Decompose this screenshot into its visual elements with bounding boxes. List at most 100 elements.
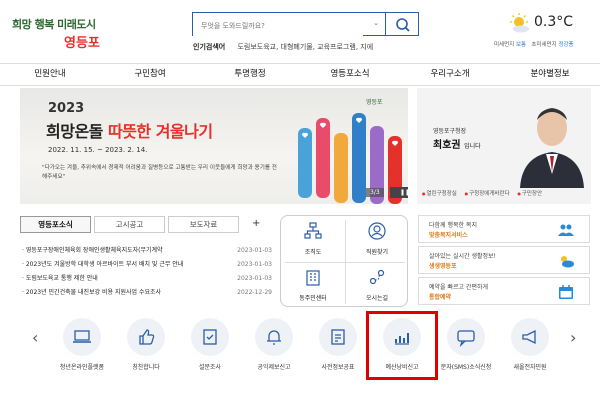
list-item[interactable]: 영등포구장애인체육회 장애인생활체육지도자(무기계약 2023-01-03	[22, 244, 272, 258]
quick-label: 직원찾기	[365, 249, 389, 256]
mayor-card[interactable]: 영등포구청장 최호권 입니다 열린구청장실 구청장에게바란다 구민장안	[417, 88, 591, 204]
tab-press[interactable]: 보도자료	[168, 216, 239, 233]
laptop-icon	[73, 330, 91, 343]
logo-city-name: 영등포	[64, 36, 100, 51]
mayor-photo	[520, 108, 584, 188]
service-label: 사전정보공표	[321, 364, 355, 371]
building-icon	[306, 270, 320, 286]
quick-links: 조직도 직원찾기 동주민센터 오시는길	[280, 215, 408, 307]
service-icon-wrap	[511, 318, 549, 356]
nav-item-news[interactable]: 영등포소식	[300, 64, 400, 85]
service-label: 공익제보신고	[257, 364, 291, 371]
mayor-name: 최호권 입니다	[433, 136, 481, 151]
logo-slogan: 희망 행복 미래도시	[12, 18, 96, 31]
banner-pause-button[interactable]: ❚❚	[390, 187, 408, 198]
header: 희망 행복 미래도시 영등포 ⌄ 인기검색어 도림보도육교, 대형폐기물, 교육…	[0, 0, 600, 62]
banner-year: 2023	[48, 101, 85, 116]
fine-dust-value: 보통	[516, 42, 527, 48]
popular-keywords-list[interactable]: 도림보도육교, 대형폐기물, 교육프로그램, 지에	[237, 43, 373, 51]
list-item[interactable]: 2023년 민간건축물 내진보강 비용 지원사업 수요조사 2022-12-29	[22, 286, 272, 300]
service-icon-wrap	[319, 318, 357, 356]
service-icon-wrap	[255, 318, 293, 356]
tab-notices[interactable]: 고시공고	[94, 216, 165, 233]
news-date: 2023-01-03	[237, 261, 272, 268]
search-icon	[396, 18, 410, 32]
service-public-info[interactable]: 사전정보공표	[306, 316, 370, 371]
quick-label: 오시는길	[365, 295, 389, 302]
service-youth-platform[interactable]: 청년온라인플랫폼	[50, 316, 114, 371]
news-title: 2023년도 겨울방학 대학생 아르바이트 부서 배치 및 근무 안내	[22, 258, 210, 272]
chevron-down-icon[interactable]: ⌄	[373, 19, 379, 27]
banner-title-part1: 희망온돌	[46, 122, 103, 141]
mayor-link-requests[interactable]: 구청장에게바란다	[465, 191, 510, 197]
list-item[interactable]: 2023년도 겨울방학 대학생 아르바이트 부서 배치 및 근무 안내 2023…	[22, 258, 272, 272]
checklist-icon	[203, 329, 217, 345]
quick-staff-search[interactable]: 직원찾기	[345, 216, 409, 262]
info-box-caption: 살아있는 실시간 생활정보!	[429, 253, 496, 260]
service-icon-wrap	[447, 318, 485, 356]
service-whistleblow[interactable]: 공익제보신고	[242, 316, 306, 371]
megaphone-icon	[522, 329, 536, 345]
mayor-links: 열린구청장실 구청장에게바란다 구민장안	[422, 189, 548, 197]
nav-item-transparency[interactable]: 투명행정	[200, 64, 300, 85]
news-title: 영등포구장애인체육회 장애인생활체육지도자(무기계약	[22, 244, 210, 258]
service-survey[interactable]: 설문조사	[178, 316, 242, 371]
service-icon-wrap	[191, 318, 229, 356]
person-search-icon	[368, 222, 386, 240]
nav-item-about[interactable]: 우리구소개	[400, 64, 500, 85]
message-icon	[457, 330, 475, 347]
info-box-reservation[interactable]: 예약을 빠르고 간편하게 통합예약	[418, 277, 590, 305]
news-date: 2023-01-03	[237, 247, 272, 254]
info-box-living[interactable]: 살아있는 실시간 생활정보! 생생영등포	[418, 246, 590, 274]
service-icon-wrap	[63, 318, 101, 356]
carousel-next-button[interactable]: ›	[570, 328, 576, 347]
banner-description: "다가오는 겨울, 추위속에서 경제적 어려움과 질병등으로 고통받는 우리 이…	[42, 165, 277, 180]
tab-news[interactable]: 영등포소식	[20, 216, 91, 233]
banner-period: 2022. 11. 15. ~ 2023. 2. 14.	[48, 146, 148, 154]
site-logo[interactable]: 희망 행복 미래도시 영등포	[12, 12, 122, 51]
thumbs-up-icon	[139, 329, 155, 345]
mayor-role: 영등포구청장	[433, 128, 467, 135]
list-item[interactable]: 도림보도육교 통행 제한 안내 2023-01-03	[22, 272, 272, 286]
info-box-caption: 다함께 행복한 복지	[429, 222, 477, 229]
info-box-title: 통합예약	[429, 294, 452, 301]
mayor-link-citizen[interactable]: 구민장안	[517, 191, 542, 197]
mayor-name-text: 최호권	[433, 140, 461, 151]
quick-community-center[interactable]: 동주민센터	[281, 262, 345, 308]
map-route-icon	[369, 269, 385, 285]
nav-item-participation[interactable]: 구민참여	[100, 64, 200, 85]
ultra-dust-label: 초미세먼지	[531, 42, 557, 48]
search-box: ⌄	[192, 12, 385, 37]
service-label: 설문조사	[198, 364, 222, 371]
quick-directions[interactable]: 오시는길	[345, 262, 409, 308]
temperature: 0.3°C	[534, 14, 574, 30]
document-check-icon	[331, 329, 345, 345]
service-label: 문자(SMS)소식신청	[440, 364, 492, 371]
news-list: 영등포구장애인체육회 장애인생활체육지도자(무기계약 2023-01-03 20…	[22, 244, 272, 300]
main-nav: 민원안내 구민참여 투명행정 영등포소식 우리구소개 분야별정보	[0, 63, 600, 86]
news-title: 도림보도육교 통행 제한 안내	[22, 272, 210, 286]
carousel-prev-button[interactable]: ‹	[32, 328, 38, 347]
service-praise[interactable]: 칭찬합니다	[114, 316, 178, 371]
weather-widget: 0.3°C 미세먼지 보통 초미세먼지 정강풍	[494, 12, 598, 52]
service-label: 청년온라인플랫폼	[59, 364, 105, 371]
search-button[interactable]	[385, 12, 419, 36]
ultra-dust-value: 정강풍	[558, 42, 574, 48]
service-e-civil[interactable]: 새올전자민원	[498, 316, 562, 371]
info-box-caption: 예약을 빠르고 간편하게	[429, 284, 489, 291]
banner-logo-mark: 영등포	[366, 98, 383, 106]
nav-item-fields[interactable]: 분야별정보	[500, 64, 600, 85]
mayor-name-suffix: 입니다	[464, 143, 481, 150]
search-input[interactable]	[193, 15, 363, 37]
more-button[interactable]: +	[252, 216, 260, 234]
news-date: 2023-01-03	[237, 275, 272, 282]
info-box-welfare[interactable]: 다함께 행복한 복지 맞춤복지서비스	[418, 215, 590, 243]
quick-org-chart[interactable]: 조직도	[281, 216, 345, 262]
dust-info: 미세먼지 보통 초미세먼지 정강풍	[494, 40, 574, 48]
bell-icon	[267, 330, 281, 345]
people-icon	[558, 224, 574, 236]
nav-item-civil[interactable]: 민원안내	[0, 64, 100, 85]
mayor-link-office[interactable]: 열린구청장실	[422, 191, 457, 197]
main-banner[interactable]: 2023 희망온돌 따뜻한 겨울나기 2022. 11. 15. ~ 2023.…	[20, 88, 408, 204]
service-sms-subscribe[interactable]: 문자(SMS)소식신청	[434, 316, 498, 371]
